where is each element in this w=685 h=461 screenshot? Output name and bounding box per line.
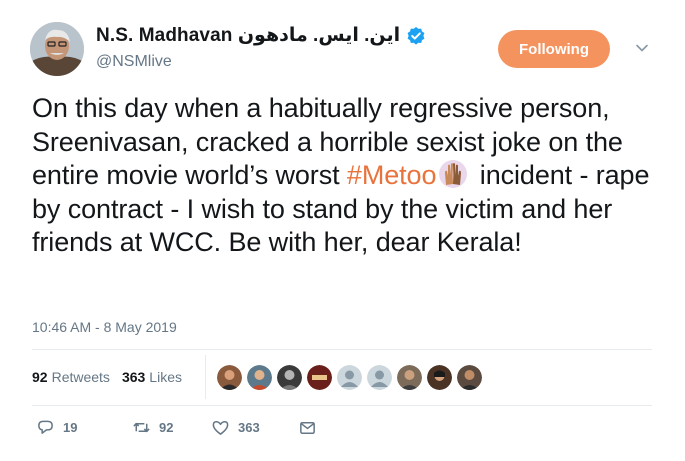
author-avatar[interactable] <box>30 22 84 76</box>
likes-label[interactable]: Likes <box>149 369 182 385</box>
divider <box>32 405 652 406</box>
retweet-button[interactable]: 92 <box>132 418 211 437</box>
retweet-icon <box>133 422 150 433</box>
direct-message-button[interactable] <box>298 418 317 437</box>
tweet-timestamp[interactable]: 10:46 AM - 8 May 2019 <box>32 319 177 335</box>
divider <box>32 349 652 350</box>
liker-avatar-7[interactable] <box>397 365 422 390</box>
liker-avatar-4[interactable] <box>307 365 332 390</box>
liker-avatar-6-default[interactable] <box>367 365 392 390</box>
engagement-stats: 92 Retweets 363 Likes <box>32 369 194 385</box>
retweets-count[interactable]: 92 <box>32 369 48 385</box>
author-display-name[interactable]: N.S. Madhavan این. ایس. مادھون <box>96 24 400 47</box>
retweets-label[interactable]: Retweets <box>52 369 110 385</box>
tweet-action-bar: 19 92 363 <box>36 418 317 437</box>
likers-list <box>217 365 482 390</box>
chevron-down-icon[interactable] <box>634 40 650 56</box>
heart-icon <box>212 421 229 435</box>
retweet-count: 92 <box>159 420 174 435</box>
stats-separator <box>205 355 206 399</box>
hashtag-link[interactable]: #Metoo <box>347 160 437 190</box>
tweet-text: On this day when a habitually regressive… <box>32 92 657 260</box>
author-handle[interactable]: @NSMlive <box>96 53 172 71</box>
envelope-icon <box>300 421 315 434</box>
liker-avatar-8[interactable] <box>427 365 452 390</box>
reply-count: 19 <box>63 420 78 435</box>
like-count: 363 <box>238 420 260 435</box>
likes-count[interactable]: 363 <box>122 369 145 385</box>
liker-avatar-2[interactable] <box>247 365 272 390</box>
raised-hands-emoji-icon <box>438 159 468 189</box>
author-name-row[interactable]: N.S. Madhavan این. ایس. مادھون <box>96 24 426 47</box>
liker-avatar-3[interactable] <box>277 365 302 390</box>
reply-button[interactable]: 19 <box>36 418 132 437</box>
reply-icon <box>38 420 53 434</box>
like-button[interactable]: 363 <box>211 418 298 437</box>
liker-avatar-9[interactable] <box>457 365 482 390</box>
following-button[interactable]: Following <box>498 30 610 68</box>
liker-avatar-5-default[interactable] <box>337 365 362 390</box>
verified-badge-icon <box>406 26 426 46</box>
liker-avatar-1[interactable] <box>217 365 242 390</box>
